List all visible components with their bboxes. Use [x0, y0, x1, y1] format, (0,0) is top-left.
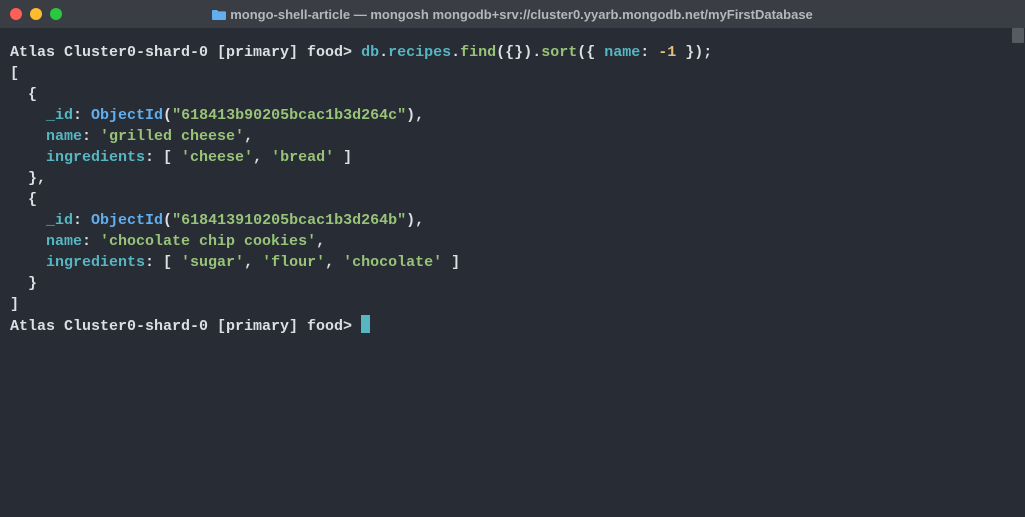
field-ingredients: ingredients [10, 149, 145, 166]
objectid-fn: ObjectId [91, 212, 163, 229]
ingredient-value: 'cheese' [181, 149, 253, 166]
field-ingredients: ingredients [10, 254, 145, 271]
terminal-output[interactable]: Atlas Cluster0-shard-0 [primary] food> d… [0, 28, 1025, 517]
ingredient-value: 'bread' [271, 149, 334, 166]
sort-field: name [604, 44, 640, 61]
shell-prompt: Atlas Cluster0-shard-0 [primary] food> [10, 318, 352, 335]
object-open: { [10, 191, 37, 208]
minimize-icon[interactable] [30, 8, 42, 20]
cmd-db: db [361, 44, 379, 61]
object-open: { [10, 86, 37, 103]
ingredient-value: 'flour' [262, 254, 325, 271]
close-icon[interactable] [10, 8, 22, 20]
objectid-fn: ObjectId [91, 107, 163, 124]
cmd-find: find [460, 44, 496, 61]
ingredient-value: 'sugar' [181, 254, 244, 271]
maximize-icon[interactable] [50, 8, 62, 20]
folder-icon [212, 9, 226, 20]
id-value: "618413b90205bcac1b3d264c" [172, 107, 406, 124]
object-close: } [10, 275, 37, 292]
id-value: "618413910205bcac1b3d264b" [172, 212, 406, 229]
window-titlebar: mongo-shell-article — mongosh mongodb+sr… [0, 0, 1025, 28]
field-id: _id [10, 212, 73, 229]
sort-value: -1 [658, 44, 676, 61]
field-name: name [10, 128, 82, 145]
cmd-sort: sort [541, 44, 577, 61]
object-close: }, [10, 170, 46, 187]
field-id: _id [10, 107, 73, 124]
ingredient-value: 'chocolate' [343, 254, 442, 271]
name-value: 'chocolate chip cookies' [100, 233, 316, 250]
window-title: mongo-shell-article — mongosh mongodb+sr… [0, 7, 1025, 22]
array-open: [ [10, 65, 19, 82]
window-title-text: mongo-shell-article — mongosh mongodb+sr… [230, 7, 813, 22]
traffic-lights [10, 8, 62, 20]
name-value: 'grilled cheese' [100, 128, 244, 145]
field-name: name [10, 233, 82, 250]
cursor [361, 315, 370, 333]
cmd-collection: recipes [388, 44, 451, 61]
array-close: ] [10, 296, 19, 313]
shell-prompt: Atlas Cluster0-shard-0 [primary] food> [10, 44, 352, 61]
